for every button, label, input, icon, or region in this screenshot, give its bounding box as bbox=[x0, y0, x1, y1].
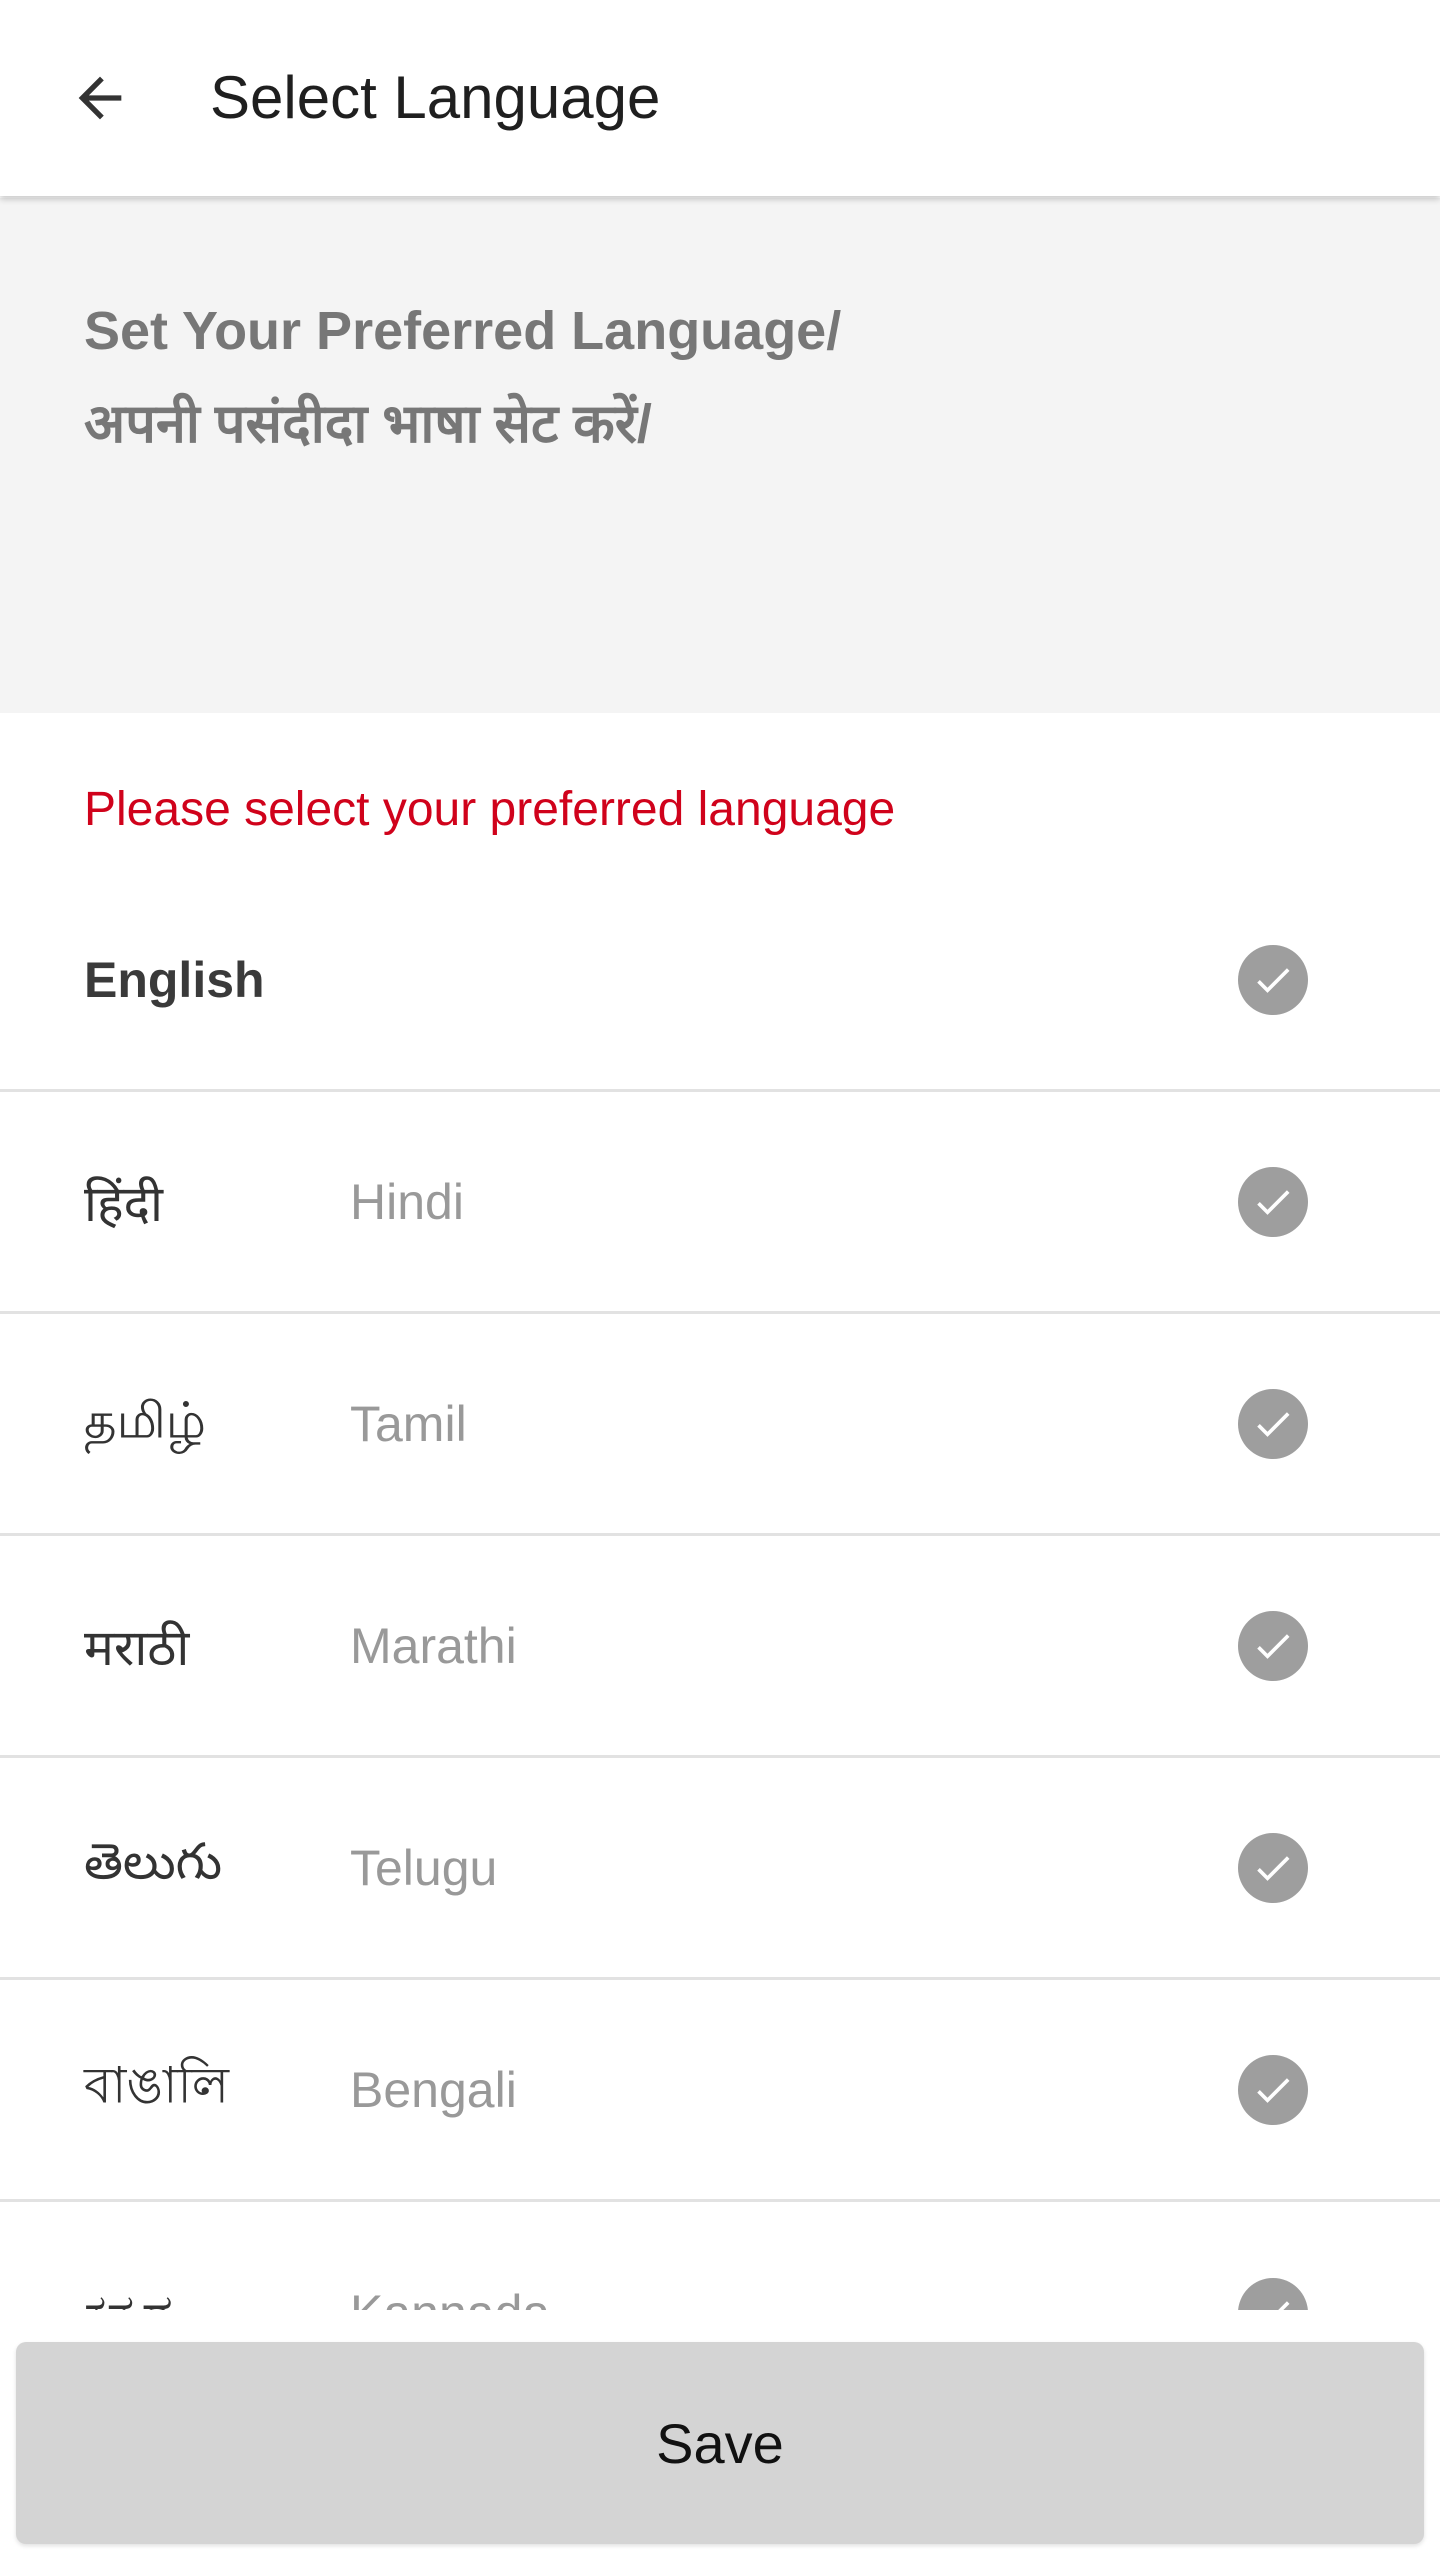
language-list: English हिंदी Hindi தமிழ் Tamil मराठी Ma… bbox=[0, 870, 1440, 2310]
header-line-english: Set Your Preferred Language/ bbox=[84, 301, 842, 361]
language-item-telugu[interactable]: తెలుగు Telugu bbox=[0, 1758, 1440, 1980]
arrow-left-icon bbox=[78, 76, 122, 120]
language-english-name: Marathi bbox=[350, 1617, 517, 1674]
check-circle-icon bbox=[1238, 1832, 1308, 1903]
language-item-english[interactable]: English bbox=[0, 870, 1440, 1092]
language-english-name: Kannada bbox=[350, 2284, 550, 2310]
app-bar: Select Language bbox=[0, 0, 1440, 196]
check-circle-icon bbox=[1238, 2278, 1308, 2310]
check-circle-icon bbox=[1238, 2054, 1308, 2125]
language-english-name: Tamil bbox=[350, 1395, 467, 1452]
back-button[interactable] bbox=[50, 48, 150, 148]
language-english-name: Bengali bbox=[350, 2061, 517, 2118]
language-english-name: Telugu bbox=[350, 1839, 498, 1896]
instruction-text: Please select your preferred language bbox=[84, 783, 896, 836]
save-button[interactable]: Save bbox=[16, 2342, 1424, 2544]
check-circle-icon bbox=[1238, 1388, 1308, 1459]
language-native-name: தமிழ் bbox=[84, 1392, 207, 1448]
language-item-hindi[interactable]: हिंदी Hindi bbox=[0, 1092, 1440, 1314]
page-title: Select Language bbox=[210, 64, 661, 131]
language-native-name: हिंदी bbox=[84, 1175, 163, 1232]
language-english-name: Hindi bbox=[350, 1173, 464, 1230]
language-native-name: తెలుగు bbox=[84, 1833, 223, 1889]
language-native-name: मराठी bbox=[84, 1619, 190, 1676]
language-native-name: ಕನ್ನಡ bbox=[84, 2284, 173, 2311]
select-language-screen: Select Language Set Your Preferred Langu… bbox=[0, 0, 1440, 2560]
language-item-bengali[interactable]: বাঙালি Bengali bbox=[0, 1980, 1440, 2202]
language-native-name: English bbox=[84, 951, 265, 1008]
language-item-tamil[interactable]: தமிழ் Tamil bbox=[0, 1314, 1440, 1536]
check-circle-icon bbox=[1238, 944, 1308, 1015]
check-circle-icon bbox=[1238, 1610, 1308, 1681]
header-line-hindi: अपनी पसंदीदा भाषा सेट करें/ bbox=[84, 394, 652, 454]
check-circle-icon bbox=[1238, 1166, 1308, 1237]
language-item-marathi[interactable]: मराठी Marathi bbox=[0, 1536, 1440, 1758]
language-item-kannada[interactable]: ಕನ್ನಡ Kannada bbox=[0, 2202, 1440, 2310]
language-native-name: বাঙালি bbox=[84, 2057, 230, 2113]
preferred-language-header: Set Your Preferred Language/ अपनी पसंदीद… bbox=[0, 198, 1440, 713]
